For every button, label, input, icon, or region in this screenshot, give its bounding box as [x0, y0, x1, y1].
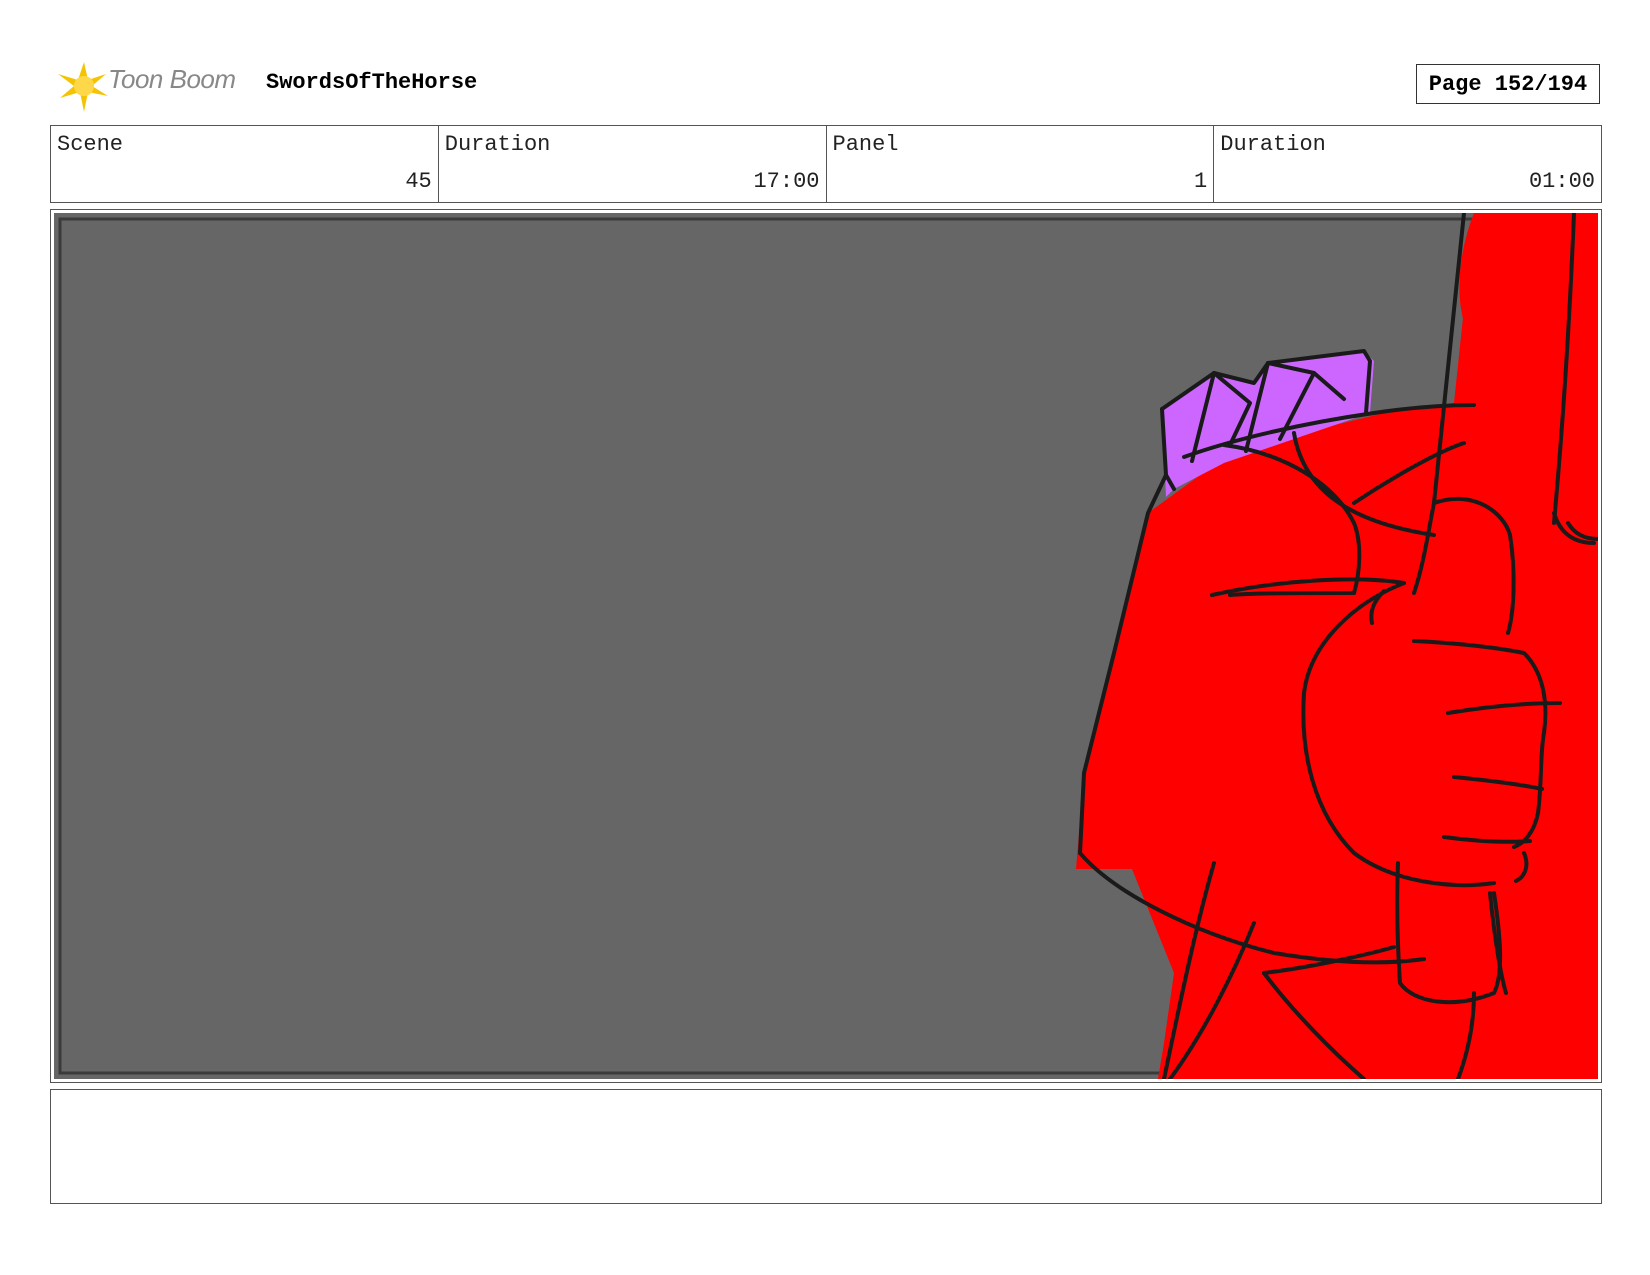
project-title: SwordsOfTheHorse	[266, 70, 478, 95]
scene-info-table: Scene 45 Duration 17:00 Panel 1 Duration…	[50, 125, 1602, 203]
scene-duration-label: Duration	[444, 132, 551, 157]
scene-label: Scene	[57, 132, 124, 157]
page-indicator: Page 152/194	[1416, 64, 1600, 104]
scene-duration-cell: Duration 17:00	[439, 126, 827, 202]
logo-text: Toon Boom	[108, 64, 236, 94]
scene-duration-value: 17:00	[753, 169, 820, 194]
storyboard-panel-drawing	[54, 213, 1598, 1079]
panel-duration-value: 01:00	[1528, 169, 1595, 194]
notes-box	[50, 1089, 1602, 1204]
panel-value: 1	[1194, 169, 1208, 194]
panel-duration-label: Duration	[1220, 132, 1326, 157]
starburst-icon	[58, 62, 108, 112]
panel-label: Panel	[832, 132, 899, 157]
panel-cell: Panel 1	[827, 126, 1215, 202]
scene-value: 45	[405, 169, 432, 194]
scene-cell: Scene 45	[51, 126, 439, 202]
panel-duration-cell: Duration 01:00	[1214, 126, 1601, 202]
